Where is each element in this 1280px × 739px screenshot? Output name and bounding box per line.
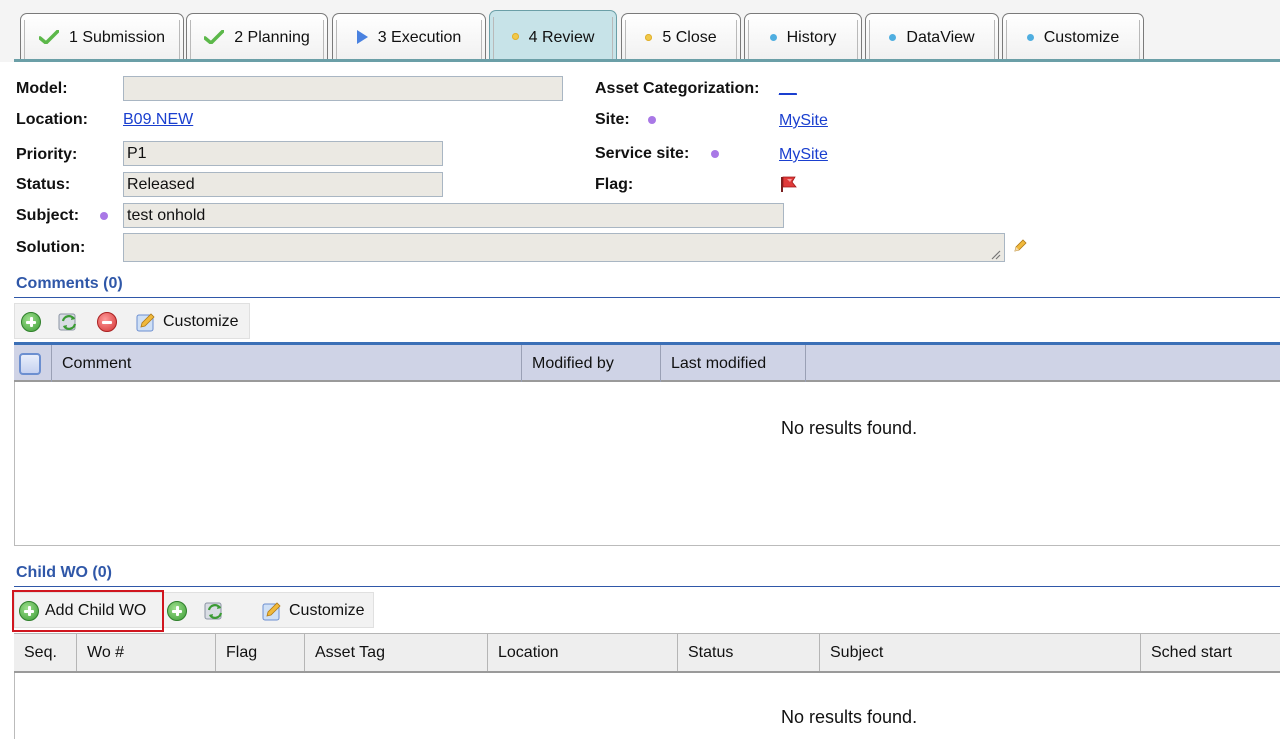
child-wo-empty-text: No results found. — [781, 707, 918, 727]
tab-bar-divider — [14, 59, 1280, 62]
column-comment[interactable]: Comment — [52, 345, 522, 382]
add-wo-button[interactable] — [167, 593, 187, 629]
add-icon — [21, 312, 41, 332]
model-field[interactable] — [123, 76, 563, 101]
blue-dot-icon — [769, 33, 777, 41]
asset-categorization-label: Asset Categorization: — [595, 80, 760, 97]
tab-submission[interactable]: 1 Submission — [20, 13, 184, 60]
refresh-icon — [204, 602, 223, 620]
customize-child-wo-button[interactable]: Customize — [261, 593, 365, 629]
customize-comments-button[interactable]: Customize — [135, 304, 239, 340]
flag-icon[interactable] — [779, 175, 799, 193]
tab-customize[interactable]: Customize — [1002, 13, 1144, 60]
child-wo-grid-body: No results found. — [14, 673, 1280, 739]
tab-label: Customize — [1043, 29, 1120, 46]
delete-comment-button[interactable] — [97, 304, 117, 340]
tab-planning[interactable]: 2 Planning — [186, 13, 328, 60]
tab-label: DataView — [906, 29, 975, 46]
pencil-icon[interactable] — [1012, 238, 1028, 254]
tab-bar: 1 Submission 2 Planning 3 Execution 4 Re… — [0, 0, 1280, 62]
tab-review[interactable]: 4 Review — [489, 10, 617, 62]
blue-dot-icon — [1026, 33, 1034, 41]
tab-label: History — [786, 29, 837, 46]
flag-label: Flag: — [595, 176, 634, 193]
comments-toolbar: Customize — [14, 303, 250, 339]
location-link[interactable]: B09.NEW — [123, 111, 193, 129]
comments-empty-text: No results found. — [781, 418, 918, 438]
comments-divider — [14, 297, 1280, 298]
refresh-icon — [58, 313, 77, 331]
add-icon — [167, 601, 187, 621]
comments-grid-header: Comment Modified by Last modified — [14, 342, 1280, 382]
blue-dot-icon — [889, 33, 897, 41]
check-icon — [38, 30, 59, 44]
subject-field[interactable]: test onhold — [123, 203, 784, 228]
check-icon — [204, 30, 225, 44]
column-subject[interactable]: Subject — [820, 634, 1141, 671]
add-child-wo-highlight — [12, 590, 164, 632]
yellow-dot-icon — [511, 33, 519, 40]
column-sched-start[interactable]: Sched start — [1141, 634, 1280, 671]
solution-field[interactable] — [123, 233, 1005, 262]
service-site-link[interactable]: MySite — [779, 146, 828, 164]
add-comment-button[interactable] — [21, 304, 41, 340]
child-wo-grid-header: Seq. Wo # Flag Asset Tag Location Status… — [14, 633, 1280, 673]
customize-icon — [136, 313, 155, 332]
tab-label: 4 Review — [528, 28, 595, 46]
child-wo-divider — [14, 586, 1280, 587]
site-link[interactable]: MySite — [779, 112, 828, 130]
status-label: Status: — [16, 176, 71, 193]
checkbox-icon — [18, 352, 41, 375]
column-status[interactable]: Status — [678, 634, 820, 671]
refresh-comments-button[interactable] — [57, 304, 81, 340]
refresh-child-wo-button[interactable] — [203, 593, 227, 629]
delete-icon — [97, 312, 117, 332]
tab-dataview[interactable]: DataView — [865, 13, 999, 60]
tab-history[interactable]: History — [744, 13, 862, 60]
column-asset-tag[interactable]: Asset Tag — [305, 634, 488, 671]
column-seq[interactable]: Seq. — [14, 634, 77, 671]
location-label: Location: — [16, 111, 88, 128]
subject-label: Subject: — [16, 207, 80, 224]
customize-label: Customize — [289, 602, 365, 619]
yellow-dot-icon — [645, 33, 653, 41]
solution-label: Solution: — [16, 239, 86, 256]
tab-execution[interactable]: 3 Execution — [332, 13, 486, 60]
status-field[interactable]: Released — [123, 172, 443, 197]
service-site-label: Service site: — [595, 145, 690, 162]
play-icon — [356, 30, 368, 44]
tab-close[interactable]: 5 Close — [621, 13, 741, 60]
column-wo-number[interactable]: Wo # — [77, 634, 216, 671]
tab-label: 5 Close — [662, 29, 717, 46]
child-wo-title: Child WO (0) — [16, 564, 112, 581]
customize-label: Customize — [163, 313, 239, 330]
required-dot-icon — [648, 116, 656, 124]
priority-label: Priority: — [16, 146, 78, 163]
tab-label: 2 Planning — [234, 29, 310, 46]
column-last-modified[interactable]: Last modified — [661, 345, 806, 382]
customize-icon — [262, 602, 281, 621]
model-label: Model: — [16, 80, 68, 97]
column-modified-by[interactable]: Modified by — [522, 345, 661, 382]
tab-label: 3 Execution — [377, 29, 462, 46]
comments-grid-body: No results found. — [14, 382, 1280, 546]
required-dot-icon — [711, 150, 719, 158]
tab-label: 1 Submission — [68, 29, 166, 46]
site-label: Site: — [595, 111, 630, 128]
priority-field[interactable]: P1 — [123, 141, 443, 166]
required-dot-icon — [100, 212, 108, 220]
select-all-checkbox[interactable] — [14, 345, 52, 382]
resize-handle-icon[interactable] — [990, 249, 1001, 260]
asset-categorization-link[interactable]: __ — [779, 79, 797, 97]
column-flag[interactable]: Flag — [216, 634, 305, 671]
column-location[interactable]: Location — [488, 634, 678, 671]
comments-title: Comments (0) — [16, 275, 123, 292]
